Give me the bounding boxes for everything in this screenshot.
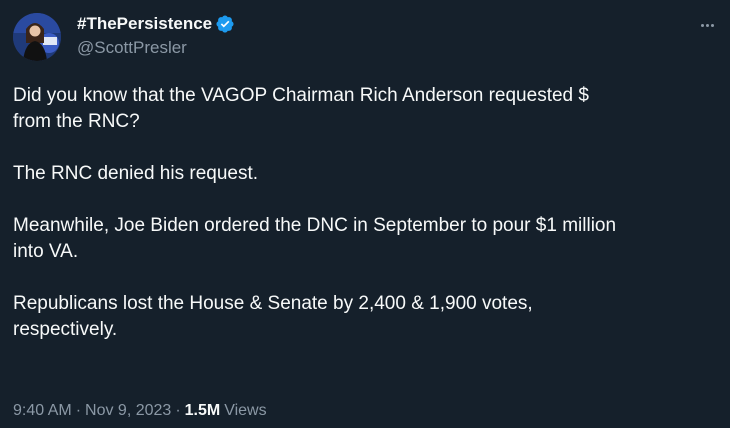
avatar-image <box>13 13 61 61</box>
tweet: #ThePersistence @ScottPresler Did you kn… <box>0 0 730 428</box>
tweet-paragraph: Republicans lost the House & Senate by 2… <box>13 293 533 340</box>
avatar[interactable] <box>13 13 61 61</box>
author-name-row[interactable]: #ThePersistence <box>77 13 235 35</box>
author-display-name[interactable]: #ThePersistence <box>77 14 212 34</box>
verified-badge-icon <box>215 14 235 34</box>
author-handle[interactable]: @ScottPresler <box>77 38 187 58</box>
tweet-text: Did you know that the VAGOP Chairman Ric… <box>13 83 713 343</box>
meta-separator: · <box>175 402 181 419</box>
more-horizontal-icon[interactable] <box>696 14 718 36</box>
tweet-time[interactable]: 9:40 AM <box>13 402 72 420</box>
tweet-meta: 9:40 AM · Nov 9, 2023 · 1.5M Views <box>13 402 267 420</box>
views-label: Views <box>224 402 267 419</box>
views-count: 1.5M <box>184 402 221 419</box>
tweet-paragraph: The RNC denied his request. <box>13 163 259 184</box>
tweet-date[interactable]: Nov 9, 2023 <box>85 402 171 420</box>
tweet-paragraph: Did you know that the VAGOP Chairman Ric… <box>13 85 589 132</box>
meta-separator: · <box>75 402 82 419</box>
tweet-paragraph: Meanwhile, Joe Biden ordered the DNC in … <box>13 215 617 262</box>
